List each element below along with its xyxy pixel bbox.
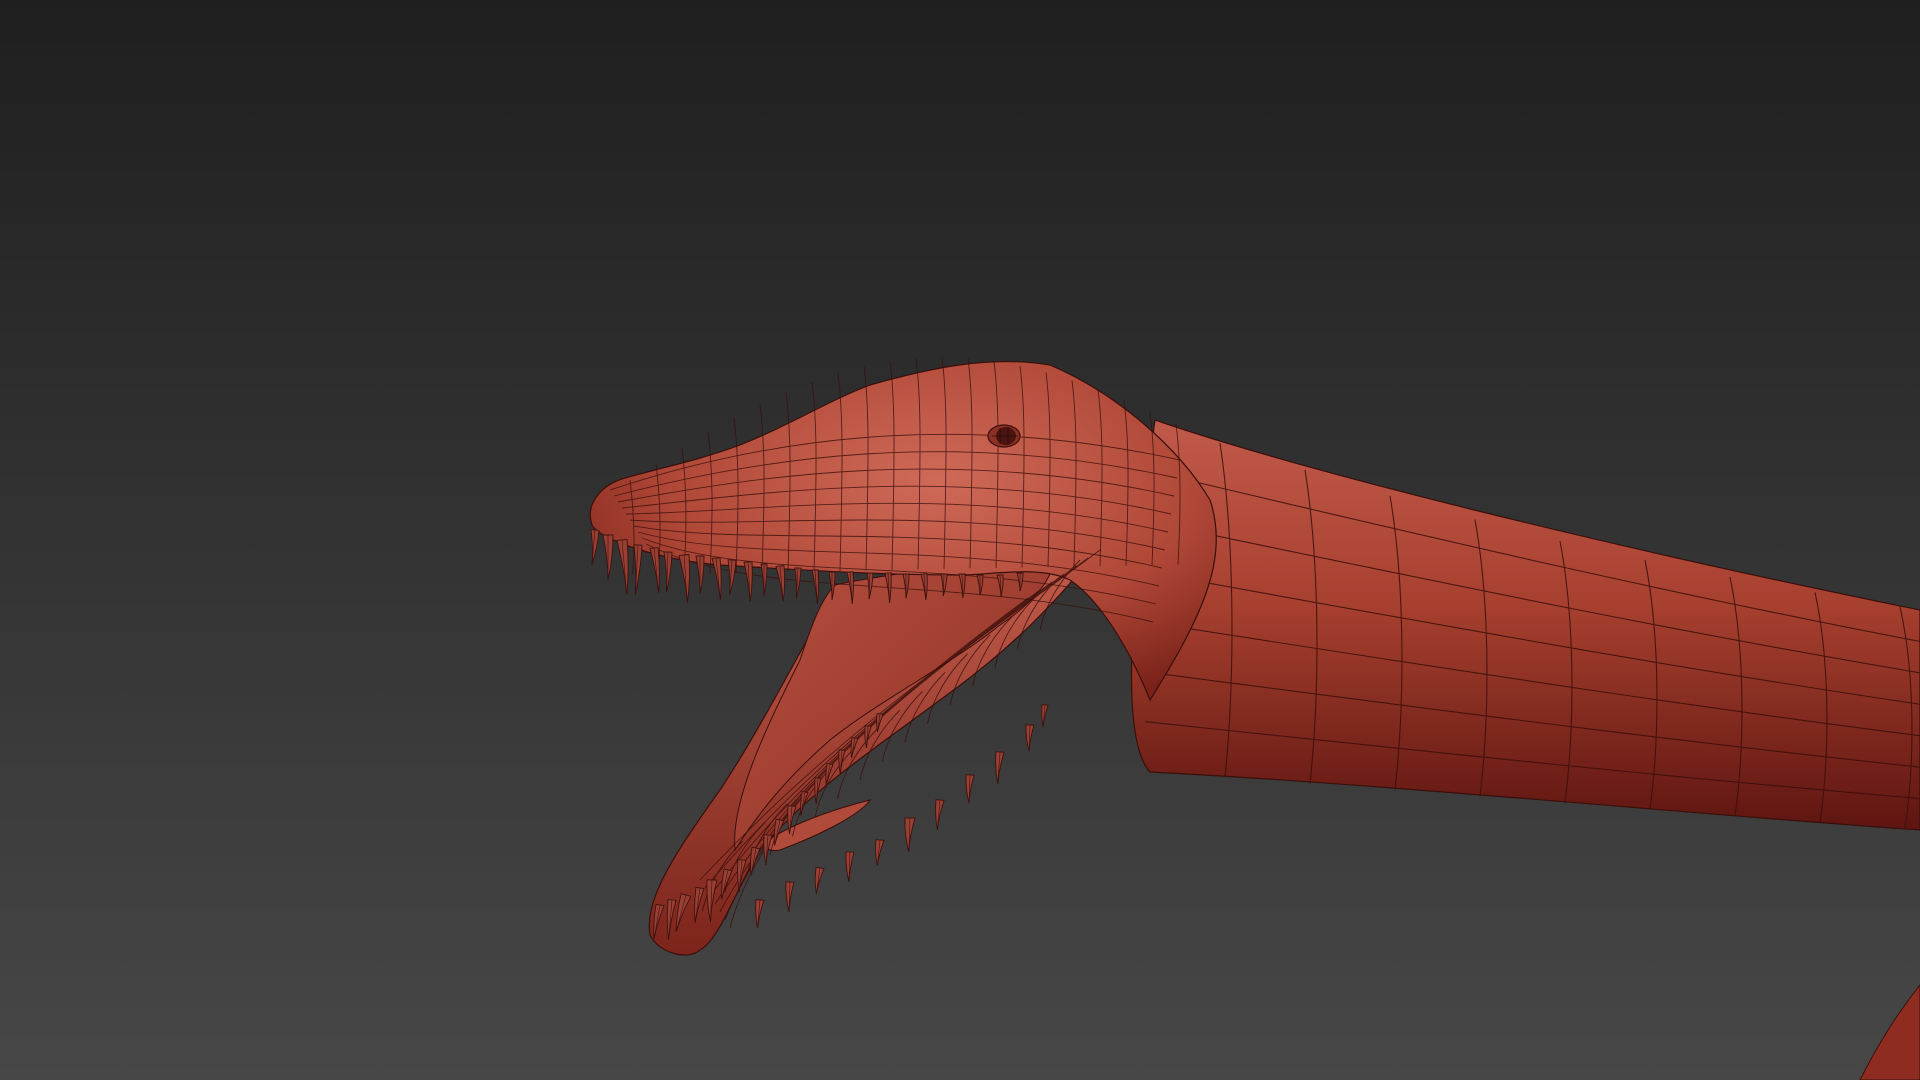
neck: [1130, 419, 1920, 831]
eye: [987, 424, 1021, 448]
plesiosaur-head-model[interactable]: [0, 0, 1920, 1080]
3d-viewport[interactable]: [0, 0, 1920, 1080]
body-fragment-lower-right: [1859, 984, 1920, 1080]
